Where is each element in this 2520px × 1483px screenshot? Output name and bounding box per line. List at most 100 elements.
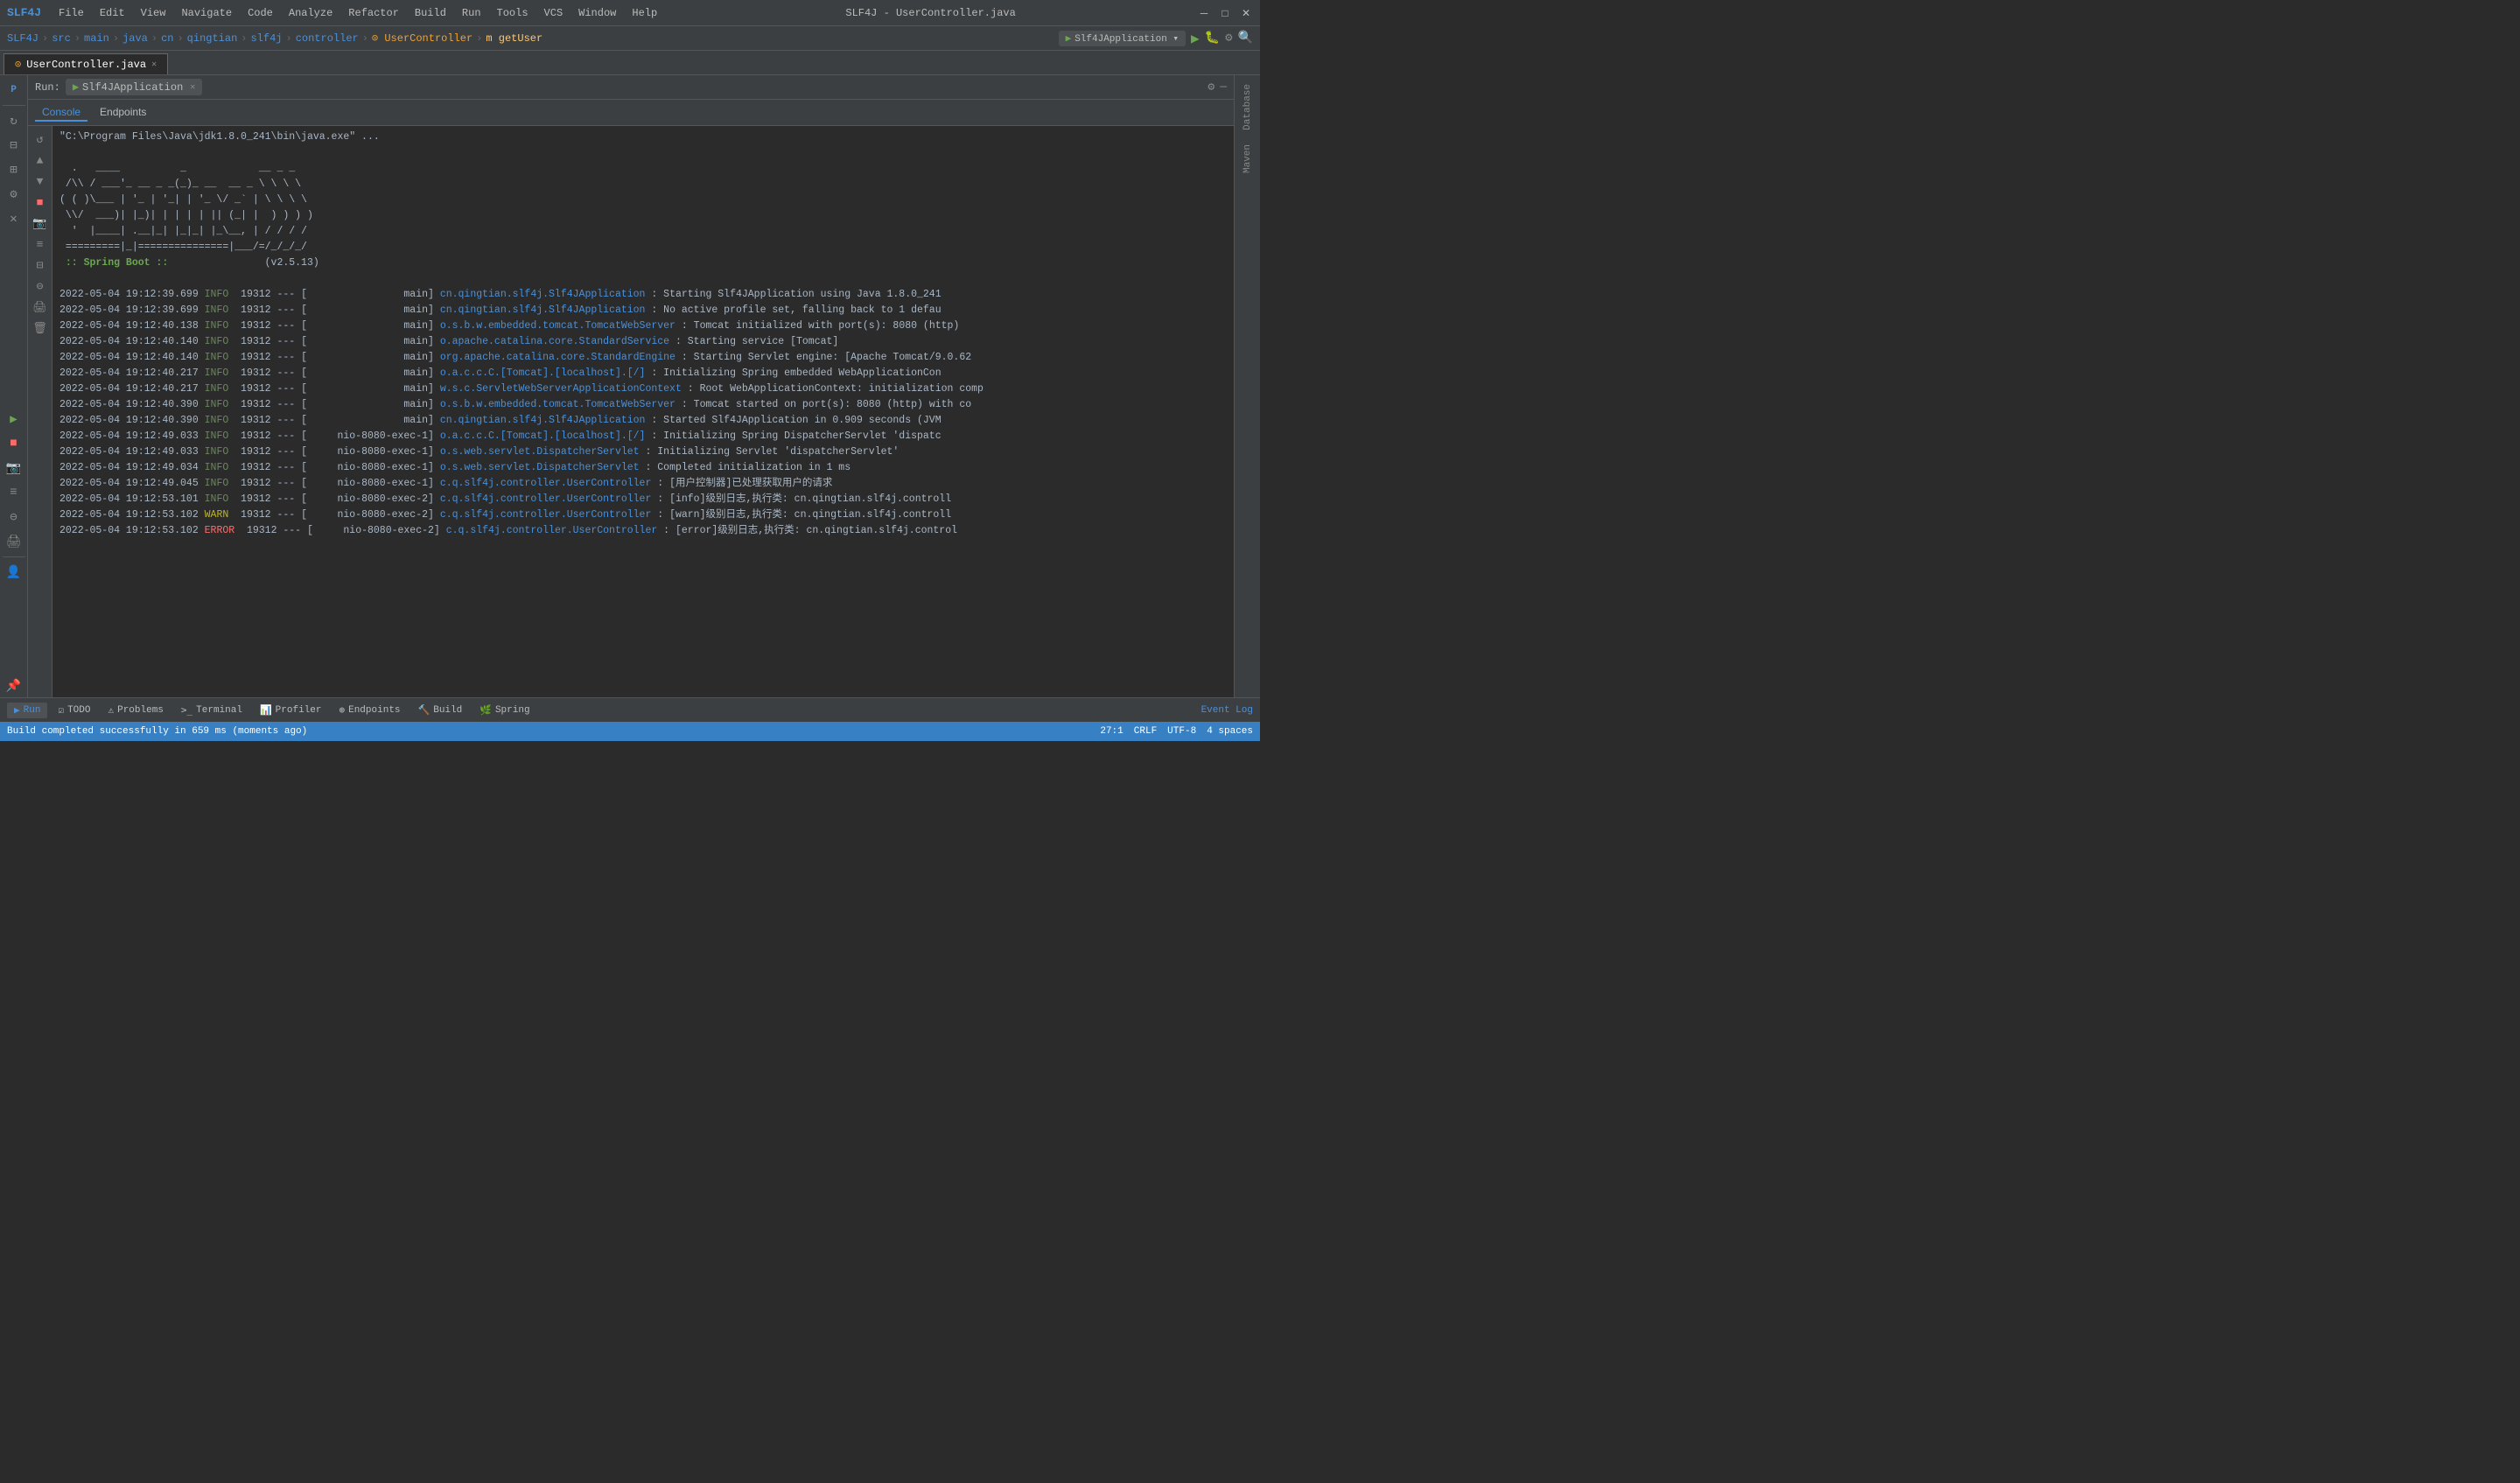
sidebar-list-icon[interactable]: ≡ <box>3 481 25 504</box>
build-status-text: Build completed successfully in 659 ms (… <box>7 726 307 737</box>
log-line: 2022-05-04 19:12:49.033 INFO 19312 --- [… <box>52 444 1234 460</box>
menu-vcs[interactable]: VCS <box>537 5 570 21</box>
log-line: 2022-05-04 19:12:40.217 INFO 19312 --- [… <box>52 366 1234 381</box>
sidebar-settings-icon[interactable]: ⚙ <box>3 183 25 206</box>
breadcrumb-qingtian[interactable]: qingtian <box>187 32 238 45</box>
bottom-tab-profiler[interactable]: 📊 Profiler <box>253 703 329 718</box>
tab-close-icon[interactable]: ✕ <box>151 59 157 70</box>
log-line: 2022-05-04 19:12:53.102 WARN 19312 --- [… <box>52 507 1234 523</box>
run-settings-icon[interactable]: ⚙ <box>1208 80 1214 94</box>
menu-tools[interactable]: Tools <box>490 5 536 21</box>
run-button[interactable]: ▶ <box>1191 30 1200 47</box>
stop-run-icon[interactable]: ■ <box>31 192 50 212</box>
menu-help[interactable]: Help <box>625 5 664 21</box>
breadcrumb-slf4j2[interactable]: slf4j <box>250 32 282 45</box>
indent-size[interactable]: 4 spaces <box>1207 726 1253 737</box>
debug-button[interactable]: 🐛 <box>1205 31 1220 45</box>
log-line: 2022-05-04 19:12:39.699 INFO 19312 --- [… <box>52 287 1234 303</box>
sidebar-stop-icon[interactable]: ■ <box>3 432 25 455</box>
run-tab-label: Run <box>24 705 41 716</box>
breadcrumb-main[interactable]: main <box>84 32 109 45</box>
camera-run-icon[interactable]: 📷 <box>31 213 50 233</box>
run-area: Run: ▶ Slf4JApplication ✕ ⚙ ─ Console En… <box>28 75 1234 697</box>
breadcrumb-cn[interactable]: cn <box>161 32 173 45</box>
bottom-tab-build[interactable]: 🔨 Build <box>411 703 470 718</box>
scroll-up-icon[interactable]: ▲ <box>31 150 50 170</box>
breadcrumb-src[interactable]: src <box>52 32 71 45</box>
endpoints-tab-btn[interactable]: Endpoints <box>93 104 153 122</box>
sidebar-expand-icon[interactable]: ⊞ <box>3 158 25 181</box>
breadcrumb-java[interactable]: java <box>122 32 148 45</box>
close-button[interactable]: ✕ <box>1239 6 1253 20</box>
bottom-tab-spring[interactable]: 🌿 Spring <box>472 703 536 718</box>
bottom-tab-endpoints[interactable]: ⊕ Endpoints <box>332 703 407 718</box>
scroll-down-icon[interactable]: ▼ <box>31 171 50 191</box>
sidebar-collapse-icon[interactable]: ⊟ <box>3 134 25 157</box>
menu-analyze[interactable]: Analyze <box>282 5 340 21</box>
sidebar-project-icon[interactable]: P <box>3 79 25 101</box>
search-icon[interactable]: 🔍 <box>1238 31 1253 45</box>
build-tab-icon: 🔨 <box>418 704 430 717</box>
tab-label: UserController.java <box>26 59 146 71</box>
profiler-tab-icon: 📊 <box>260 704 272 717</box>
menu-build[interactable]: Build <box>408 5 453 21</box>
bottom-tab-problems[interactable]: ⚠ Problems <box>101 703 170 718</box>
menu-edit[interactable]: Edit <box>93 5 132 21</box>
menu-refactor[interactable]: Refactor <box>341 5 406 21</box>
menu-window[interactable]: Window <box>571 5 623 21</box>
sidebar-split-icon[interactable]: ⊖ <box>3 506 25 528</box>
minimize-button[interactable]: ─ <box>1197 6 1211 20</box>
rerun-icon[interactable]: ↺ <box>31 129 50 149</box>
sidebar-pin-icon[interactable]: 📌 <box>3 675 25 697</box>
problems-tab-icon: ⚠ <box>108 704 114 717</box>
console-tab-btn[interactable]: Console <box>35 104 88 122</box>
bottom-tab-todo[interactable]: ☑ TODO <box>51 703 97 718</box>
line-ending[interactable]: CRLF <box>1134 726 1157 737</box>
list-run-icon[interactable]: ≡ <box>31 234 50 254</box>
sidebar-run-icon[interactable]: ▶ <box>3 408 25 430</box>
breadcrumb-controller[interactable]: controller <box>296 32 359 45</box>
sidebar-camera-icon[interactable]: 📷 <box>3 457 25 479</box>
split-run-icon[interactable]: ⊖ <box>31 276 50 296</box>
breadcrumb-slf4j[interactable]: SLF4J <box>7 32 38 45</box>
sidebar-print-icon[interactable]: 🖨 <box>3 530 25 553</box>
console-output[interactable]: "C:\Program Files\Java\jdk1.8.0_241\bin\… <box>52 126 1234 697</box>
run-prefix-label: Run: <box>35 81 60 94</box>
event-log-link[interactable]: Event Log <box>1201 705 1253 716</box>
bottom-tab-run[interactable]: ▶ Run <box>7 703 47 718</box>
right-tab-database[interactable]: Database <box>1242 79 1253 136</box>
log-line: 2022-05-04 19:12:40.390 INFO 19312 --- [… <box>52 397 1234 413</box>
print-run-icon[interactable]: 🖨 <box>31 297 50 317</box>
sidebar-refresh-icon[interactable]: ↻ <box>3 109 25 132</box>
run-config-label: ▶ Slf4JApplication ▾ <box>1059 31 1186 46</box>
run-minimize-icon[interactable]: ─ <box>1220 80 1227 94</box>
right-tab-maven[interactable]: Maven <box>1242 139 1253 178</box>
menu-run[interactable]: Run <box>455 5 488 21</box>
bottom-tab-terminal[interactable]: >_ Terminal <box>174 703 249 717</box>
trash-run-icon[interactable]: 🗑 <box>31 318 50 338</box>
sidebar-close-icon[interactable]: ✕ <box>3 207 25 230</box>
status-bar-right: 27:1 CRLF UTF-8 4 spaces <box>1100 726 1253 737</box>
cursor-position[interactable]: 27:1 <box>1100 726 1123 737</box>
sidebar-user-icon[interactable]: 👤 <box>3 561 25 584</box>
breadcrumb-getuser[interactable]: m getUser <box>486 32 542 45</box>
tab-usercontroller[interactable]: ⊙ UserController.java ✕ <box>4 53 168 74</box>
settings-icon[interactable]: ⚙ <box>1225 31 1232 45</box>
run-side-toolbar: ↺ ▲ ▼ ■ 📷 ≡ ⊟ ⊖ 🖨 🗑 <box>28 126 52 697</box>
log-line: 2022-05-04 19:12:39.699 INFO 19312 --- [… <box>52 303 1234 318</box>
log-line: 2022-05-04 19:12:40.140 INFO 19312 --- [… <box>52 334 1234 350</box>
menu-code[interactable]: Code <box>241 5 280 21</box>
encoding[interactable]: UTF-8 <box>1167 726 1196 737</box>
menu-navigate[interactable]: Navigate <box>174 5 239 21</box>
problems-tab-label: Problems <box>117 705 164 716</box>
filter-run-icon[interactable]: ⊟ <box>31 255 50 275</box>
log-line: 2022-05-04 19:12:40.390 INFO 19312 --- [… <box>52 413 1234 429</box>
menu-view[interactable]: View <box>134 5 173 21</box>
breadcrumb-usercontroller[interactable]: ⊙ UserController <box>372 31 472 45</box>
run-tab-close-icon[interactable]: ✕ <box>190 82 195 93</box>
maximize-button[interactable]: □ <box>1218 6 1232 20</box>
left-sidebar: P ↻ ⊟ ⊞ ⚙ ✕ ▶ ■ 📷 ≡ ⊖ 🖨 👤 📌 <box>0 75 28 697</box>
run-app-tab[interactable]: ▶ Slf4JApplication ✕ <box>66 79 202 95</box>
run-tab-bar: Run: ▶ Slf4JApplication ✕ ⚙ ─ <box>28 75 1234 100</box>
menu-file[interactable]: File <box>52 5 91 21</box>
